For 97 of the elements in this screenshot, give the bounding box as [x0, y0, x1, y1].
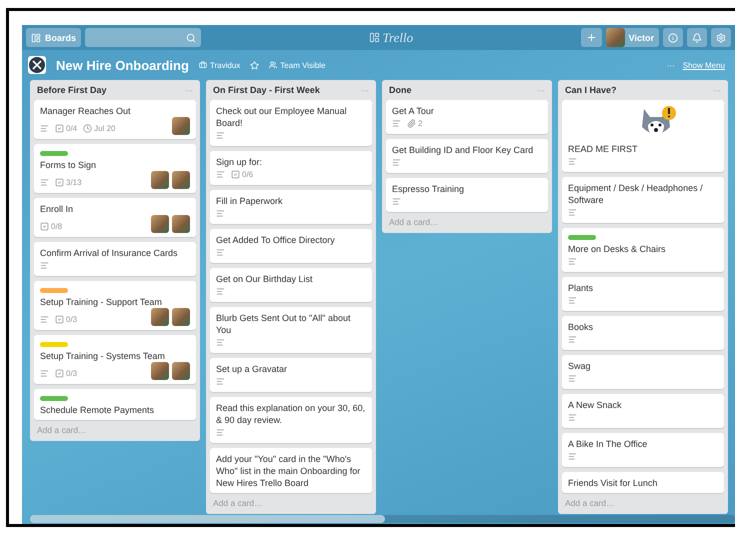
card-title: Read this explanation on your 30, 60, & 90 day review. — [216, 402, 366, 426]
people-icon — [269, 61, 278, 69]
card-title: Get on Our Birthday List — [216, 273, 314, 285]
card-title: More on Desks & Chairs — [568, 243, 667, 255]
member-avatar[interactable] — [172, 308, 190, 326]
card[interactable]: Swag — [562, 355, 724, 389]
card[interactable]: Add your "You" card in the "Who's Who" list in the main Onboarding for New Hires Trello Board — [210, 448, 372, 493]
card-title: Confirm Arrival of Insurance Cards — [40, 247, 179, 259]
horizontal-scrollbar[interactable] — [30, 515, 735, 523]
card[interactable]: Blurb Gets Sent Out to "All" about You — [210, 307, 372, 353]
card-title: Get A Tour — [392, 105, 435, 117]
checklist-badge: 0/3 — [55, 315, 78, 324]
checklist-badge: 0/4 — [55, 124, 78, 133]
card-title: Blurb Gets Sent Out to "All" about You — [216, 312, 352, 336]
card[interactable]: Get Added To Office Directory — [210, 229, 372, 263]
due-date-badge: Jul 20 — [83, 124, 116, 133]
checklist-badge: 0/3 — [55, 369, 78, 378]
list-title: On First Day - First Week — [213, 85, 320, 95]
card[interactable]: Sign up for: 0/6 — [210, 151, 372, 185]
board-logo-icon — [28, 56, 46, 74]
card-title: Setup Training - Support Team — [40, 296, 163, 308]
card[interactable]: Get on Our Birthday List — [210, 268, 372, 302]
list-title: Before First Day — [37, 85, 107, 95]
card-title: Set up a Gravatar — [216, 363, 288, 375]
card[interactable]: Setup Training - Systems Team 0/3 — [34, 335, 196, 384]
card-title: READ ME FIRST — [568, 143, 639, 155]
card[interactable]: READ ME FIRST — [562, 100, 724, 172]
card-title: Get Building ID and Floor Key Card — [392, 144, 534, 156]
list-title: Done — [389, 85, 412, 95]
search-field[interactable] — [85, 28, 202, 47]
boards-icon — [31, 32, 41, 42]
card[interactable]: A Bike In The Office — [562, 433, 724, 467]
plus-icon — [586, 32, 597, 43]
member-avatar[interactable] — [172, 171, 190, 189]
member-avatar[interactable] — [151, 308, 169, 326]
card[interactable]: Equipment / Desk / Headphones / Software — [562, 177, 724, 223]
briefcase-icon — [198, 61, 207, 69]
card[interactable]: Espresso Training — [386, 178, 548, 212]
card[interactable]: Read this explanation on your 30, 60, & 90 day review. — [210, 397, 372, 443]
card-title: Manager Reaches Out — [40, 105, 132, 117]
card-title: A New Snack — [568, 399, 623, 411]
card[interactable]: More on Desks & Chairs — [562, 228, 724, 272]
card-title: Fill in Paperwork — [216, 195, 284, 207]
card-title: Get Added To Office Directory — [216, 234, 336, 246]
card[interactable]: Confirm Arrival of Insurance Cards — [34, 242, 196, 276]
card-title: Add your "You" card in the "Who's Who" list in the main Onboarding for New Hires Trello Board — [216, 453, 362, 489]
card[interactable]: Get A Tour 2 — [386, 100, 548, 134]
checklist-badge: 3/13 — [55, 178, 82, 187]
checklist-badge: 0/8 — [40, 222, 62, 231]
card-title: Friends Visit for Lunch — [568, 477, 658, 489]
card-title: Enroll In — [40, 203, 74, 215]
search-icon — [186, 32, 196, 42]
card-title: Check out our Employee Manual Board! — [216, 105, 348, 129]
board-title: New Hire Onboarding — [56, 58, 189, 72]
settings-button[interactable] — [711, 28, 731, 47]
card[interactable]: Setup Training - Support Team 0/3 — [34, 281, 196, 330]
bell-icon — [692, 32, 702, 42]
card[interactable]: Manager Reaches Out 0/4 Jul 20 — [34, 100, 196, 139]
member-avatar[interactable] — [172, 215, 190, 233]
card-title: Espresso Training — [392, 183, 466, 195]
member-avatar[interactable] — [151, 362, 169, 380]
card[interactable]: Enroll In 0/8 — [34, 198, 196, 237]
notifications-button[interactable] — [687, 28, 707, 47]
card-title: Forms to Sign — [40, 159, 98, 171]
card[interactable]: Get Building ID and Floor Key Card — [386, 139, 548, 173]
member-avatar[interactable] — [151, 215, 169, 233]
card[interactable]: Fill in Paperwork — [210, 190, 372, 224]
card[interactable]: Friends Visit for Lunch — [562, 472, 724, 493]
trello-logo-icon — [368, 32, 380, 43]
settings-icon — [716, 32, 726, 42]
card-title: Swag — [568, 360, 592, 372]
card[interactable]: Books — [562, 316, 724, 350]
card[interactable]: Set up a Gravatar — [210, 358, 372, 392]
list-title: Can I Have? — [565, 85, 617, 95]
card[interactable]: A New Snack — [562, 394, 724, 428]
add-button[interactable] — [580, 28, 602, 47]
card-title: Setup Training - Systems Team — [40, 350, 166, 362]
member-avatar[interactable] — [151, 171, 169, 189]
attachment-badge: 2 — [407, 119, 422, 128]
member-avatar[interactable] — [172, 117, 190, 135]
member-avatar[interactable] — [172, 362, 190, 380]
checklist-badge: 0/6 — [231, 170, 254, 179]
star-icon[interactable] — [250, 60, 260, 70]
card[interactable]: Plants — [562, 277, 724, 311]
card-title: A Bike In The Office — [568, 438, 648, 450]
card-title: Books — [568, 321, 594, 333]
user-avatar — [606, 28, 625, 47]
card-title: Schedule Remote Payments — [40, 404, 156, 416]
info-button[interactable] — [663, 28, 683, 47]
card[interactable]: Check out our Employee Manual Board! — [210, 100, 372, 146]
card[interactable]: Schedule Remote Payments — [34, 389, 196, 420]
info-icon — [668, 32, 678, 42]
card[interactable]: Forms to Sign 3/13 — [34, 144, 196, 193]
card-title: Plants — [568, 282, 594, 294]
card-title: Sign up for: — [216, 156, 264, 168]
card-title: Equipment / Desk / Headphones / Software — [568, 182, 704, 206]
trello-logo: Trello — [382, 30, 414, 46]
